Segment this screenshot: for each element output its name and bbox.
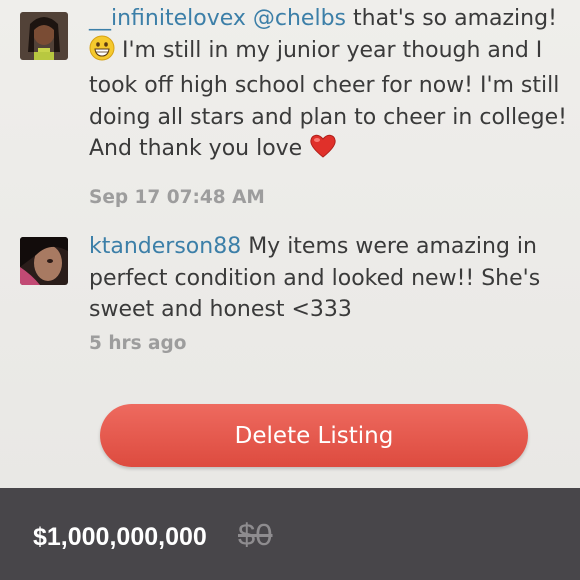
comment-timestamp: 5 hrs ago xyxy=(89,333,187,354)
original-price: $0 xyxy=(238,517,273,552)
grinning-face-icon xyxy=(89,35,115,71)
comments-list: __infinitelovex @chelbs that's so amazin… xyxy=(0,0,580,488)
comment-text: __infinitelovex @chelbs that's so amazin… xyxy=(89,3,571,169)
delete-listing-button[interactable]: Delete Listing xyxy=(100,404,528,467)
comment-mention[interactable]: @chelbs xyxy=(253,6,346,31)
avatar[interactable] xyxy=(20,12,68,60)
listing-price: $1,000,000,000 xyxy=(33,523,207,551)
red-heart-icon xyxy=(309,133,337,169)
comment-timestamp: Sep 17 07:48 AM xyxy=(89,187,265,208)
comment-username[interactable]: ktanderson88 xyxy=(89,234,241,259)
comment-username[interactable]: __infinitelovex xyxy=(89,6,246,31)
avatar[interactable] xyxy=(20,237,68,285)
comment-text: ktanderson88 My items were amazing in pe… xyxy=(89,231,571,326)
comment-text-part: that's so amazing! xyxy=(353,6,557,31)
